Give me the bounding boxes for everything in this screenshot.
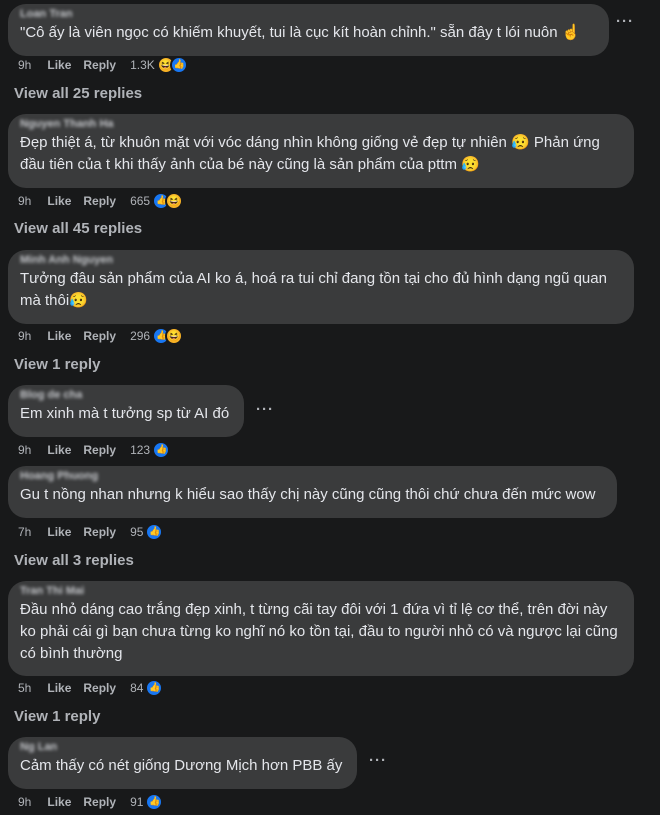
- comment-actions: 9h Like Reply 1.3K: [18, 56, 188, 74]
- comment-bubble: Nguyen Thanh Ha Đẹp thiệt á, từ khuôn mặ…: [8, 114, 634, 188]
- commenter-name[interactable]: Hoang Phuong: [20, 471, 605, 482]
- comment-text: Gu t nồng nhan nhưng k hiểu sao thấy chị…: [20, 486, 596, 503]
- comment: Loan Tran "Cô ấy là viên ngọc có khiếm k…: [8, 4, 609, 56]
- comment-time[interactable]: 9h: [18, 443, 31, 457]
- comment-bubble: Minh Anh Nguyen Tưởng đâu sản phẩm của A…: [8, 250, 634, 324]
- comment-bubble: Loan Tran "Cô ấy là viên ngọc có khiếm k…: [8, 4, 609, 56]
- like-button[interactable]: Like: [47, 525, 71, 539]
- comment-time[interactable]: 9h: [18, 194, 31, 208]
- comment-time[interactable]: 7h: [18, 525, 31, 539]
- like-button[interactable]: Like: [47, 58, 71, 72]
- reaction-count[interactable]: 84: [130, 681, 143, 695]
- view-replies-link[interactable]: View 1 reply: [14, 708, 100, 725]
- view-replies-link[interactable]: View all 3 replies: [14, 552, 134, 569]
- view-replies-link[interactable]: View all 25 replies: [14, 85, 142, 102]
- commenter-name[interactable]: Ng Lan: [20, 742, 345, 753]
- comment-actions: 7h Like Reply 95: [18, 523, 164, 541]
- comment-bubble: Hoang Phuong Gu t nồng nhan nhưng k hiểu…: [8, 466, 617, 518]
- reaction-count[interactable]: 123: [130, 443, 150, 457]
- comment-actions: 9h Like Reply 665: [18, 192, 184, 210]
- comment: Blog de cha Em xinh mà t tưởng sp từ AI …: [8, 385, 244, 437]
- reaction-count[interactable]: 1.3K: [130, 58, 155, 72]
- comment: Tran Thi Mai Đầu nhỏ dáng cao trắng đẹp …: [8, 581, 634, 676]
- view-replies-link[interactable]: View 1 reply: [14, 356, 100, 373]
- more-options-icon[interactable]: ···: [369, 753, 389, 773]
- like-button[interactable]: Like: [47, 329, 71, 343]
- comment-text: Em xinh mà t tưởng sp từ AI đó: [20, 405, 230, 422]
- commenter-name[interactable]: Loan Tran: [20, 9, 597, 20]
- like-reaction-icon[interactable]: [169, 56, 188, 74]
- like-button[interactable]: Like: [47, 194, 71, 208]
- more-options-icon[interactable]: ···: [256, 402, 276, 422]
- comment-time[interactable]: 9h: [18, 58, 31, 72]
- comment-text: Đầu nhỏ dáng cao trắng đẹp xinh, t từng …: [20, 601, 618, 662]
- reaction-count[interactable]: 91: [130, 795, 143, 809]
- reply-button[interactable]: Reply: [83, 443, 116, 457]
- comment-text: Cảm thấy có nét giống Dương Mịch hơn PBB…: [20, 757, 343, 774]
- like-reaction-icon[interactable]: [145, 679, 164, 697]
- comment-actions: 9h Like Reply 296: [18, 327, 184, 345]
- commenter-name[interactable]: Minh Anh Nguyen: [20, 255, 622, 266]
- commenter-name[interactable]: Nguyen Thanh Ha: [20, 119, 622, 130]
- comment-actions: 9h Like Reply 91: [18, 793, 164, 811]
- reply-button[interactable]: Reply: [83, 525, 116, 539]
- comment-time[interactable]: 9h: [18, 795, 31, 809]
- reply-button[interactable]: Reply: [83, 58, 116, 72]
- comment-bubble: Tran Thi Mai Đầu nhỏ dáng cao trắng đẹp …: [8, 581, 634, 676]
- comment: Hoang Phuong Gu t nồng nhan nhưng k hiểu…: [8, 466, 617, 518]
- like-button[interactable]: Like: [47, 681, 71, 695]
- reply-button[interactable]: Reply: [83, 194, 116, 208]
- like-button[interactable]: Like: [47, 443, 71, 457]
- more-options-icon[interactable]: ···: [616, 14, 636, 34]
- reply-button[interactable]: Reply: [83, 329, 116, 343]
- reaction-count[interactable]: 95: [130, 525, 143, 539]
- comment-text: Đẹp thiệt á, từ khuôn mặt với vóc dáng n…: [20, 134, 600, 173]
- commenter-name[interactable]: Tran Thi Mai: [20, 586, 622, 597]
- commenter-name[interactable]: Blog de cha: [20, 390, 232, 401]
- like-button[interactable]: Like: [47, 795, 71, 809]
- haha-reaction-icon[interactable]: [165, 192, 184, 210]
- comment-actions: 5h Like Reply 84: [18, 679, 164, 697]
- view-replies-link[interactable]: View all 45 replies: [14, 220, 142, 237]
- comment-text: Tưởng đâu sản phẩm của AI ko á, hoá ra t…: [20, 270, 607, 309]
- reaction-count[interactable]: 296: [130, 329, 150, 343]
- haha-reaction-icon[interactable]: [165, 327, 184, 345]
- comment-actions: 9h Like Reply 123: [18, 441, 171, 459]
- comment: Nguyen Thanh Ha Đẹp thiệt á, từ khuôn mặ…: [8, 114, 634, 188]
- comment-bubble: Blog de cha Em xinh mà t tưởng sp từ AI …: [8, 385, 244, 437]
- comment-text: "Cô ấy là viên ngọc có khiếm khuyết, tui…: [20, 24, 581, 41]
- comment-time[interactable]: 9h: [18, 329, 31, 343]
- comment: Minh Anh Nguyen Tưởng đâu sản phẩm của A…: [8, 250, 634, 324]
- reaction-count[interactable]: 665: [130, 194, 150, 208]
- reply-button[interactable]: Reply: [83, 681, 116, 695]
- reply-button[interactable]: Reply: [83, 795, 116, 809]
- like-reaction-icon[interactable]: [145, 793, 164, 811]
- comment: Ng Lan Cảm thấy có nét giống Dương Mịch …: [8, 737, 357, 789]
- like-reaction-icon[interactable]: [145, 523, 164, 541]
- comment-time[interactable]: 5h: [18, 681, 31, 695]
- like-reaction-icon[interactable]: [152, 441, 171, 459]
- comment-bubble: Ng Lan Cảm thấy có nét giống Dương Mịch …: [8, 737, 357, 789]
